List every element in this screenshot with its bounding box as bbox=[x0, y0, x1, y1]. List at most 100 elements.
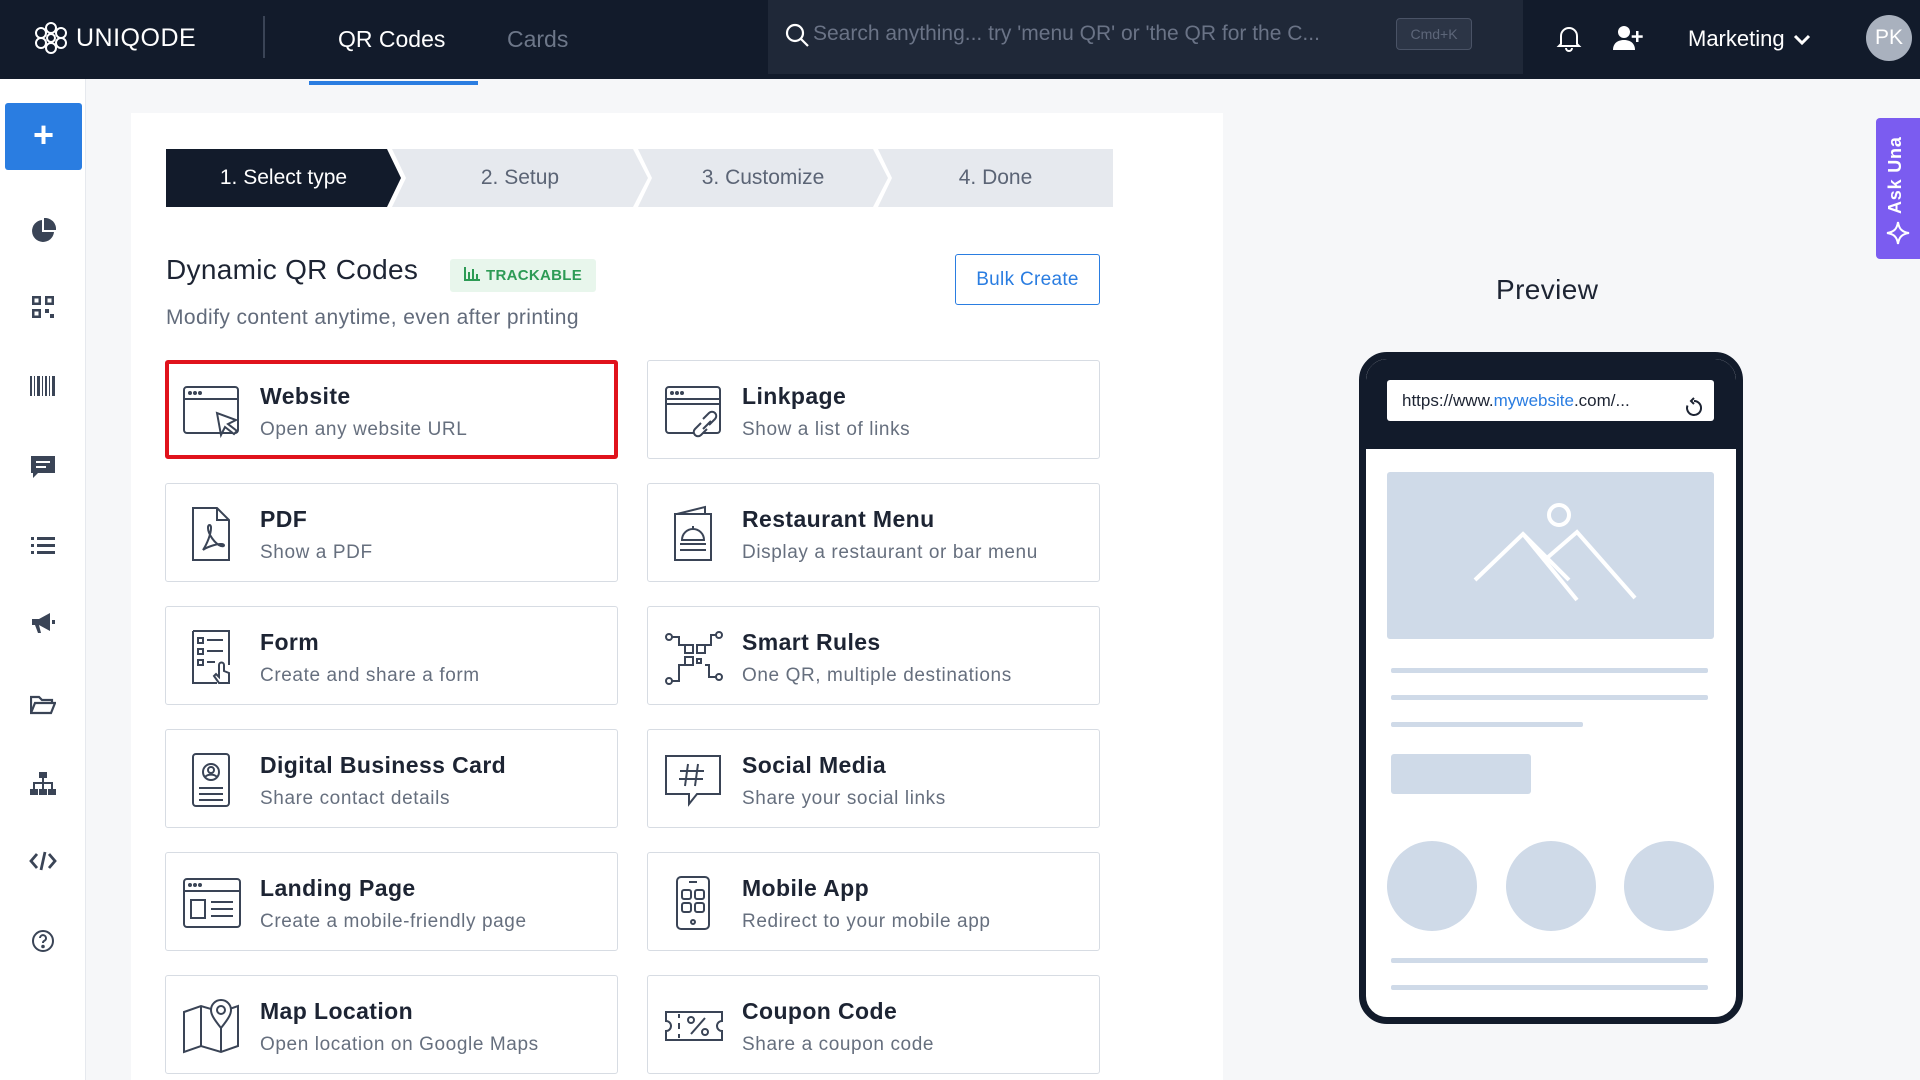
form-icon bbox=[181, 627, 243, 687]
business-card-icon bbox=[181, 750, 243, 810]
tab-qr-codes[interactable]: QR Codes bbox=[338, 22, 445, 56]
ask-una-button[interactable]: Ask Una bbox=[1876, 118, 1920, 259]
workspace-selector[interactable]: Marketing bbox=[1688, 22, 1811, 56]
qr-type-desc: Share contact details bbox=[260, 788, 451, 809]
folder-icon[interactable] bbox=[28, 690, 58, 720]
barcode-icon[interactable] bbox=[28, 371, 58, 401]
add-user-icon[interactable] bbox=[1613, 24, 1643, 57]
text-placeholder bbox=[1391, 958, 1708, 963]
qr-type-pdf[interactable]: PDF Show a PDF bbox=[165, 483, 618, 582]
qr-type-desc: Show a list of links bbox=[742, 419, 911, 440]
megaphone-icon[interactable] bbox=[28, 608, 58, 638]
qr-type-digital-business-card[interactable]: Digital Business Card Share contact deta… bbox=[165, 729, 618, 828]
logo[interactable]: UNIQODE bbox=[34, 18, 196, 58]
step-customize: 3. Customize bbox=[638, 149, 888, 207]
logo-text: UNIQODE bbox=[76, 23, 197, 52]
website-icon bbox=[181, 381, 243, 441]
phone-preview: https://www.mywebsite.com/... bbox=[1359, 352, 1743, 1024]
hierarchy-icon[interactable] bbox=[28, 769, 58, 799]
search-shortcut-hint: Cmd+K bbox=[1396, 18, 1472, 50]
qr-type-website[interactable]: Website Open any website URL bbox=[165, 360, 618, 459]
list-icon[interactable] bbox=[28, 531, 58, 561]
step-setup: 2. Setup bbox=[392, 149, 648, 207]
qr-type-desc: Open location on Google Maps bbox=[260, 1034, 539, 1055]
step-label: 1. Select type bbox=[219, 166, 348, 189]
text-placeholder bbox=[1391, 695, 1708, 700]
smart-rules-icon bbox=[663, 627, 725, 687]
workspace-label: Marketing bbox=[1688, 26, 1785, 51]
create-qr-panel: 1. Select type 2. Setup 3. Customize 4. … bbox=[131, 113, 1223, 1080]
url-suffix: .com/... bbox=[1573, 391, 1630, 410]
step-select-type: 1. Select type bbox=[166, 149, 401, 207]
url-prefix: https://www. bbox=[1402, 391, 1494, 410]
qr-codes-icon[interactable] bbox=[28, 292, 58, 322]
qr-type-name: Digital Business Card bbox=[260, 752, 507, 778]
qr-type-form[interactable]: Form Create and share a form bbox=[165, 606, 618, 705]
image-placeholder bbox=[1387, 472, 1714, 639]
qr-type-restaurant-menu[interactable]: Restaurant Menu Display a restaurant or … bbox=[647, 483, 1100, 582]
pdf-icon bbox=[181, 504, 243, 564]
qr-type-social-media[interactable]: Social Media Share your social links bbox=[647, 729, 1100, 828]
qr-type-name: Website bbox=[260, 383, 351, 409]
map-location-icon bbox=[181, 996, 243, 1056]
coupon-code-icon bbox=[663, 996, 725, 1056]
analytics-icon[interactable] bbox=[28, 216, 58, 246]
qr-type-name: Landing Page bbox=[260, 875, 416, 901]
help-icon[interactable] bbox=[28, 926, 58, 956]
qr-type-desc: Create and share a form bbox=[260, 665, 480, 686]
qr-type-map-location[interactable]: Map Location Open location on Google Map… bbox=[165, 975, 618, 1074]
qr-type-name: Mobile App bbox=[742, 875, 870, 901]
qr-type-name: Coupon Code bbox=[742, 998, 898, 1024]
qr-type-smart-rules[interactable]: Smart Rules One QR, multiple destination… bbox=[647, 606, 1100, 705]
qr-type-coupon-code[interactable]: Coupon Code Share a coupon code bbox=[647, 975, 1100, 1074]
qr-type-desc: Share your social links bbox=[742, 788, 946, 809]
text-placeholder bbox=[1391, 985, 1708, 990]
step-label: 3. Customize bbox=[701, 166, 825, 189]
sidebar: + bbox=[0, 79, 86, 1080]
badge-label: TRACKABLE bbox=[485, 267, 583, 284]
url-domain: mywebsite bbox=[1493, 391, 1574, 410]
qr-type-desc: Show a PDF bbox=[260, 542, 373, 563]
qr-type-desc: Create a mobile-friendly page bbox=[260, 911, 527, 932]
reload-icon bbox=[1684, 391, 1704, 432]
bell-icon[interactable] bbox=[1556, 24, 1582, 57]
circle-placeholder bbox=[1624, 841, 1714, 931]
section-title: Dynamic QR Codes bbox=[166, 254, 419, 285]
text-placeholder bbox=[1391, 722, 1583, 727]
active-tab-indicator bbox=[309, 81, 478, 85]
qr-type-name: Social Media bbox=[742, 752, 887, 778]
step-label: 4. Done bbox=[958, 166, 1033, 189]
tab-cards[interactable]: Cards bbox=[507, 22, 568, 56]
avatar[interactable]: PK bbox=[1866, 15, 1912, 61]
chat-icon[interactable] bbox=[28, 452, 58, 482]
step-done: 4. Done bbox=[878, 149, 1113, 207]
circle-placeholder bbox=[1506, 841, 1596, 931]
qr-type-name: PDF bbox=[260, 506, 308, 532]
qr-type-desc: Open any website URL bbox=[260, 419, 468, 440]
mobile-app-icon bbox=[663, 873, 725, 933]
trackable-badge: TRACKABLE bbox=[450, 259, 596, 292]
code-icon[interactable] bbox=[28, 846, 58, 876]
social-media-icon bbox=[663, 750, 725, 810]
text-placeholder bbox=[1391, 668, 1708, 673]
logo-icon bbox=[34, 21, 68, 55]
qr-type-desc: Display a restaurant or bar menu bbox=[742, 542, 1038, 563]
search-icon bbox=[784, 22, 810, 53]
preview-url-bar: https://www.mywebsite.com/... bbox=[1387, 380, 1714, 421]
qr-type-name: Map Location bbox=[260, 998, 414, 1024]
section-subtitle: Modify content anytime, even after print… bbox=[166, 306, 579, 329]
qr-type-landing-page[interactable]: Landing Page Create a mobile-friendly pa… bbox=[165, 852, 618, 951]
qr-type-name: Form bbox=[260, 629, 320, 655]
bar-chart-icon bbox=[463, 266, 480, 285]
sparkle-icon bbox=[1886, 221, 1910, 250]
bulk-create-button[interactable]: Bulk Create bbox=[955, 254, 1100, 305]
search-input[interactable]: Search anything... try 'menu QR' or 'the… bbox=[768, 0, 1523, 74]
button-placeholder bbox=[1391, 754, 1531, 794]
qr-type-linkpage[interactable]: Linkpage Show a list of links bbox=[647, 360, 1100, 459]
search-placeholder: Search anything... try 'menu QR' or 'the… bbox=[813, 22, 1320, 45]
step-label: 2. Setup bbox=[480, 166, 560, 189]
create-button[interactable]: + bbox=[5, 103, 82, 170]
circle-placeholder bbox=[1387, 841, 1477, 931]
qr-type-mobile-app[interactable]: Mobile App Redirect to your mobile app bbox=[647, 852, 1100, 951]
restaurant-menu-icon bbox=[663, 504, 725, 564]
